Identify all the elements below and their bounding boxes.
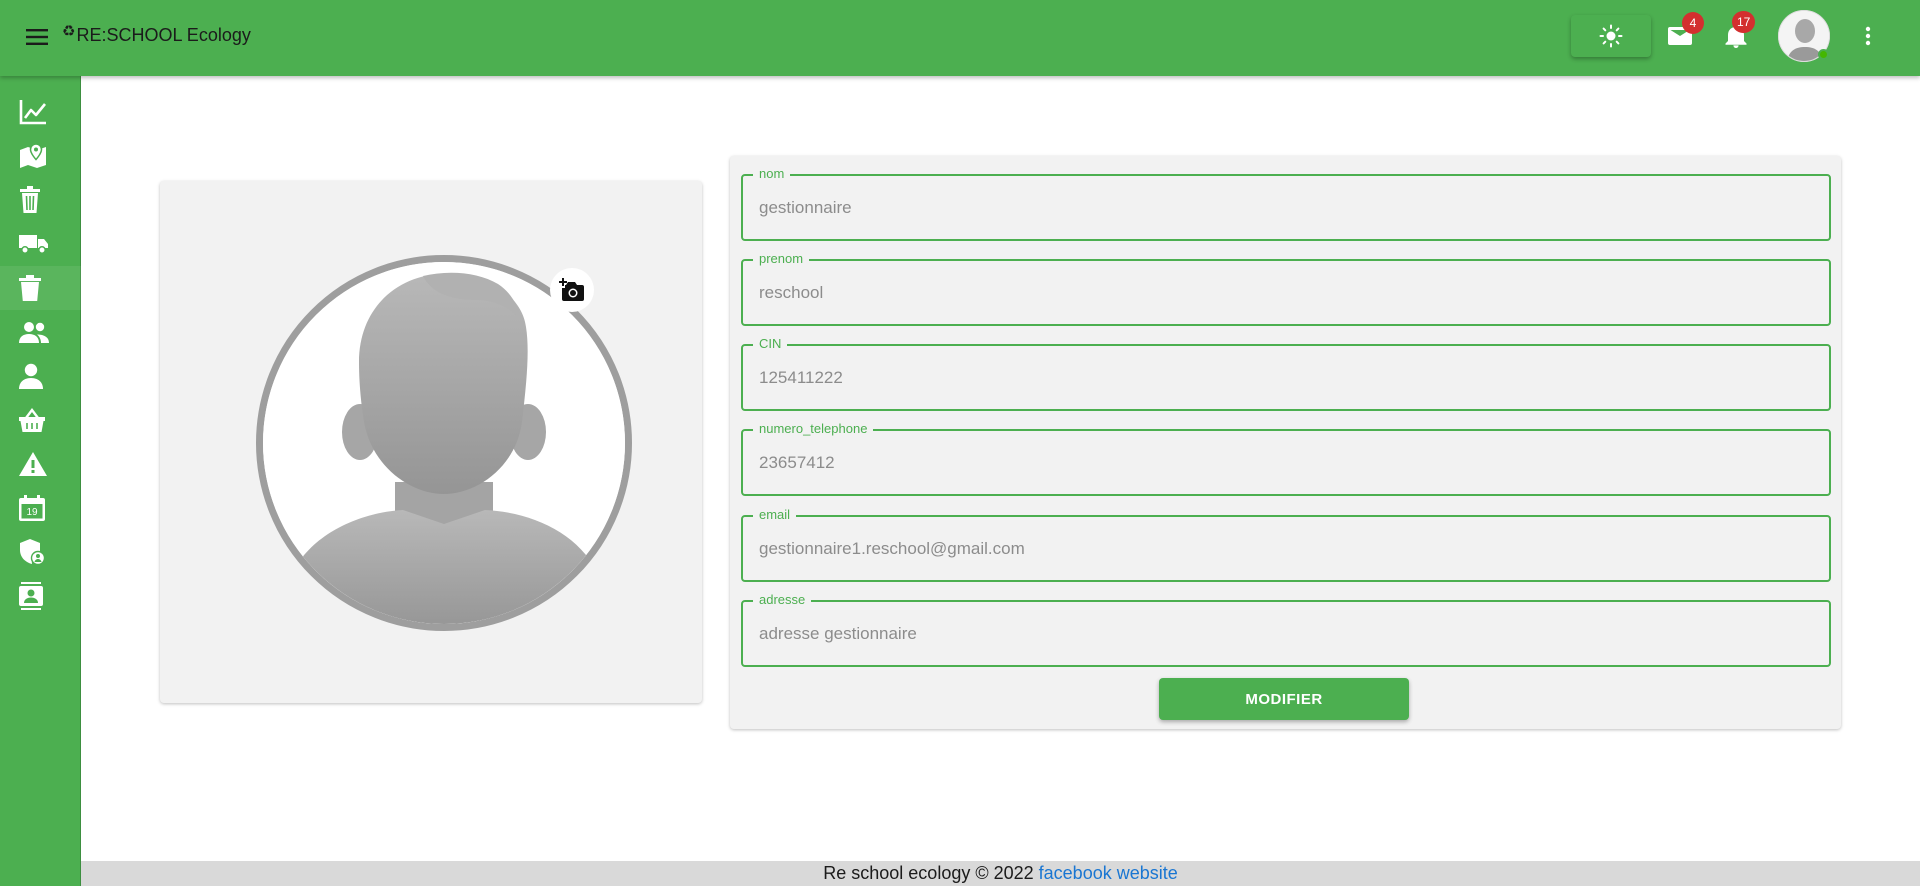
top-app-bar: ♻ RE:SCHOOL Ecology 4 17 xyxy=(0,0,1920,76)
app-title: ♻ RE:SCHOOL Ecology xyxy=(62,22,251,48)
adresse-input[interactable] xyxy=(743,602,1829,665)
person-icon xyxy=(19,363,43,389)
nom-field: nom xyxy=(741,166,1831,241)
prenom-input[interactable] xyxy=(743,261,1829,324)
sidebar-item-map[interactable] xyxy=(0,134,81,178)
sidebar-item-contacts[interactable] xyxy=(0,574,81,618)
user-avatar-button[interactable] xyxy=(1778,10,1830,62)
footer: Re school ecology © 2022 facebook websit… xyxy=(81,861,1920,886)
sidebar-item-profile[interactable] xyxy=(0,354,81,398)
sidebar: 19 xyxy=(0,76,81,886)
notifications-button[interactable]: 17 xyxy=(1716,11,1756,56)
shield-user-icon xyxy=(20,539,45,565)
basket-icon xyxy=(19,408,45,432)
more-options-button[interactable] xyxy=(1848,16,1888,56)
contact-card-icon xyxy=(19,582,43,610)
profile-form-card: nom prenom CIN numero_telephone email ad… xyxy=(730,156,1841,729)
modify-button[interactable]: MODIFIER xyxy=(1159,678,1409,720)
add-photo-icon xyxy=(559,278,584,301)
trash-can-icon xyxy=(20,186,40,213)
map-marker-icon xyxy=(20,143,46,168)
email-input[interactable] xyxy=(743,517,1829,580)
notifications-badge: 17 xyxy=(1732,11,1756,33)
cin-field: CIN xyxy=(741,336,1831,411)
app-title-text: RE:SCHOOL Ecology xyxy=(76,24,251,45)
menu-icon[interactable] xyxy=(22,22,52,52)
truck-icon xyxy=(19,235,48,254)
delete-bin-icon xyxy=(19,275,41,301)
warning-icon xyxy=(19,452,47,476)
sidebar-item-trucks[interactable] xyxy=(0,222,81,266)
footer-copyright: Re school ecology © 2022 xyxy=(823,863,1034,883)
nom-input[interactable] xyxy=(743,176,1829,239)
sidebar-item-admin[interactable] xyxy=(0,530,81,574)
calendar-day-label: 19 xyxy=(26,507,38,518)
calendar-icon: 19 xyxy=(19,495,45,521)
sidebar-item-dashboard[interactable] xyxy=(0,90,81,134)
more-vert-icon xyxy=(1865,26,1871,46)
theme-toggle-button[interactable] xyxy=(1571,15,1651,57)
facebook-link[interactable]: facebook xyxy=(1039,863,1112,884)
online-status-dot xyxy=(1818,49,1829,60)
sidebar-item-bins[interactable] xyxy=(0,178,81,222)
phone-input[interactable] xyxy=(743,431,1829,494)
messages-button[interactable]: 4 xyxy=(1660,12,1704,56)
messages-badge: 4 xyxy=(1682,12,1704,34)
phone-field: numero_telephone xyxy=(741,421,1831,496)
people-icon xyxy=(19,322,49,343)
sidebar-item-waste[interactable] xyxy=(0,266,81,310)
sidebar-item-calendar[interactable]: 19 xyxy=(0,486,81,530)
sidebar-item-users[interactable] xyxy=(0,310,81,354)
adresse-field: adresse xyxy=(741,592,1831,667)
sidebar-item-alerts[interactable] xyxy=(0,442,81,486)
email-field: email xyxy=(741,507,1831,582)
sun-icon xyxy=(1599,24,1623,48)
website-link[interactable]: website xyxy=(1117,863,1178,884)
sidebar-item-shop[interactable] xyxy=(0,398,81,442)
change-photo-button[interactable] xyxy=(550,268,594,312)
cin-input[interactable] xyxy=(743,346,1829,409)
chart-line-icon xyxy=(19,100,47,125)
prenom-field: prenom xyxy=(741,251,1831,326)
profile-photo-card xyxy=(160,181,702,703)
recycle-icon: ♻ xyxy=(62,23,76,40)
